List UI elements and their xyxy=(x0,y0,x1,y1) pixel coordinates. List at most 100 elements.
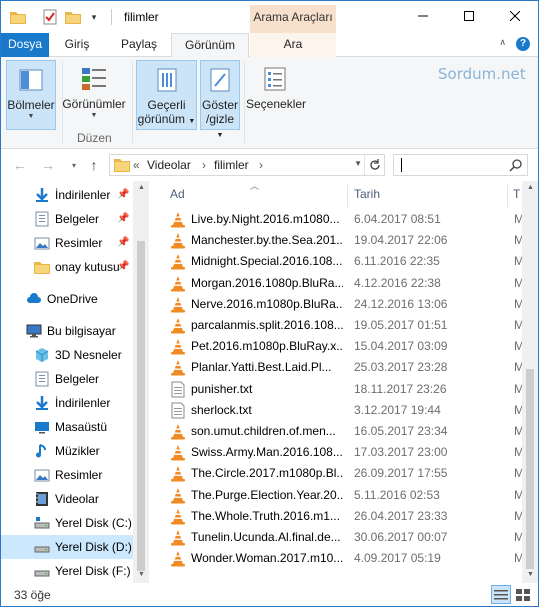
breadcrumb-separator[interactable]: › xyxy=(259,158,263,172)
collapse-ribbon-icon[interactable]: ∧ xyxy=(499,37,506,51)
vlc-cone-icon xyxy=(170,423,186,440)
file-row[interactable]: son.umut.children.of.men... 16.05.2017 23… xyxy=(166,421,524,442)
file-row[interactable]: Morgan.2016.1080p.BluRa... 4.12.2016 22:3… xyxy=(166,273,524,294)
pin-icon[interactable]: 📌 xyxy=(117,183,129,207)
file-row[interactable]: The.Circle.2017.m1080p.Bl... 26.09.2017 1… xyxy=(166,463,524,484)
nav-item-pictures[interactable]: Resimler xyxy=(1,463,133,487)
column-header-type[interactable]: T xyxy=(513,187,520,201)
scroll-down-icon[interactable]: ▼ xyxy=(522,571,538,578)
vlc-cone-icon xyxy=(170,211,186,228)
file-row[interactable]: Manchester.by.the.Sea.201... 19.04.2017 2… xyxy=(166,230,524,251)
scroll-down-icon[interactable]: ▼ xyxy=(133,571,150,578)
search-input[interactable] xyxy=(393,154,528,176)
group-separator xyxy=(244,61,245,143)
tab-file[interactable]: Dosya xyxy=(1,33,49,57)
file-row[interactable]: Midnight.Special.2016.108... 6.11.2016 22… xyxy=(166,251,524,272)
recent-locations-icon[interactable]: ▾ xyxy=(65,155,83,175)
column-separator[interactable] xyxy=(507,185,508,207)
help-icon[interactable]: ? xyxy=(516,37,530,51)
vlc-cone-icon xyxy=(170,317,186,334)
nav-item-drive-d[interactable]: Yerel Disk (D:) xyxy=(1,535,133,559)
file-row[interactable]: The.Whole.Truth.2016.m1... 26.04.2017 23:… xyxy=(166,506,524,527)
file-row[interactable]: Wonder.Woman.2017.m10... 4.09.2017 05:19 M xyxy=(166,548,524,569)
desktop-icon xyxy=(34,419,50,435)
panes-button[interactable]: Bölmeler ▼ xyxy=(6,60,56,130)
nav-item-documents-quick[interactable]: Belgeler 📌 xyxy=(1,207,133,231)
breadcrumb-videolar[interactable]: Videolar xyxy=(147,158,191,172)
minimize-button[interactable] xyxy=(400,1,446,31)
properties-checkmark-icon[interactable] xyxy=(41,8,59,26)
column-header-name[interactable]: Ad xyxy=(170,187,185,201)
nav-item-this-pc[interactable]: Bu bilgisayar xyxy=(1,319,133,343)
scroll-up-icon[interactable]: ▲ xyxy=(133,184,150,191)
ribbon-tabs: Dosya Giriş Paylaş Görünüm Ara ∧ ? xyxy=(1,33,538,58)
breadcrumb-filimler[interactable]: filimler xyxy=(214,158,249,172)
nav-item-drive-c[interactable]: Yerel Disk (C:) xyxy=(1,511,133,535)
file-row[interactable]: Pet.2016.m1080p.BluRay.x... 15.04.2017 03… xyxy=(166,336,524,357)
nav-item-desktop[interactable]: Masaüstü xyxy=(1,415,133,439)
close-button[interactable] xyxy=(492,1,538,31)
file-row[interactable]: sherlock.txt 3.12.2017 19:44 M xyxy=(166,400,524,421)
pin-icon[interactable]: 📌 xyxy=(117,207,129,231)
file-date: 24.12.2016 13:06 xyxy=(354,296,448,311)
quick-access-dropdown-icon[interactable]: ▾ xyxy=(85,8,103,26)
current-view-button[interactable]: Geçerli görünüm ▼ xyxy=(136,60,197,130)
breadcrumb-separator[interactable]: › xyxy=(202,158,206,172)
tab-home[interactable]: Giriş xyxy=(57,33,97,57)
file-row[interactable]: punisher.txt 18.11.2017 23:26 M xyxy=(166,379,524,400)
list-scroll-thumb[interactable] xyxy=(526,369,534,569)
file-row[interactable]: Nerve.2016.m1080p.BluRa... 24.12.2016 13:… xyxy=(166,294,524,315)
cloud-icon xyxy=(26,291,42,307)
maximize-button[interactable] xyxy=(446,1,492,31)
forward-arrow-icon[interactable]: → xyxy=(39,155,57,175)
show-hide-button[interactable]: Göster/gizle ▼ xyxy=(200,60,240,139)
large-icons-view-button[interactable] xyxy=(513,585,533,604)
nav-item-downloads-quick[interactable]: İndirilenler 📌 xyxy=(1,183,133,207)
pin-icon[interactable]: 📌 xyxy=(117,231,129,255)
folder-icon xyxy=(114,158,130,172)
nav-item-videos[interactable]: Videolar xyxy=(1,487,133,511)
film-icon xyxy=(34,491,50,507)
pin-icon[interactable]: 📌 xyxy=(117,255,129,279)
nav-scrollbar[interactable]: ▲ ▼ xyxy=(133,181,149,583)
search-tools-context-tab[interactable]: Arama Araçları xyxy=(250,5,336,33)
back-arrow-icon[interactable]: ← xyxy=(11,155,29,175)
options-button[interactable]: Seçenekler xyxy=(246,60,306,130)
nav-item-documents[interactable]: Belgeler xyxy=(1,367,133,391)
tab-share[interactable]: Paylaş xyxy=(116,33,162,57)
nav-item-drive-f[interactable]: Yerel Disk (F:) xyxy=(1,559,133,583)
file-row[interactable]: The.Purge.Election.Year.20... 5.11.2016 0… xyxy=(166,485,524,506)
file-row[interactable]: Swiss.Army.Man.2016.108... 17.03.2017 23:… xyxy=(166,442,524,463)
tab-view[interactable]: Görünüm xyxy=(171,33,249,58)
list-scrollbar[interactable]: ▲ ▼ xyxy=(522,181,538,583)
up-arrow-icon[interactable]: ↑ xyxy=(85,155,103,175)
nav-item-onedrive[interactable]: OneDrive xyxy=(1,287,133,311)
tab-search[interactable]: Ara xyxy=(250,33,336,57)
file-row[interactable]: Tunelin.Ucunda.Al.final.de... 30.06.2017 … xyxy=(166,527,524,548)
nav-item-downloads[interactable]: İndirilenler xyxy=(1,391,133,415)
refresh-icon[interactable] xyxy=(364,155,384,175)
column-header-date[interactable]: Tarih xyxy=(354,187,380,201)
scroll-up-icon[interactable]: ▲ xyxy=(522,184,538,191)
file-name: Wonder.Woman.2017.m10... xyxy=(191,551,343,566)
file-row[interactable]: parcalanmis.split.2016.108... 19.05.2017 … xyxy=(166,315,524,336)
breadcrumb-overflow[interactable]: « xyxy=(133,158,140,172)
file-row[interactable]: Planlar.Yatti.Best.Laid.Pl... 25.03.2017 … xyxy=(166,357,524,378)
file-name: Planlar.Yatti.Best.Laid.Pl... xyxy=(191,360,332,375)
nav-scroll-thumb[interactable] xyxy=(137,241,145,571)
nav-item-3d-objects[interactable]: 3D Nesneler xyxy=(1,343,133,367)
status-bar: 33 öğe xyxy=(1,583,538,606)
column-separator[interactable] xyxy=(347,185,348,207)
nav-item-music[interactable]: Müzikler xyxy=(1,439,133,463)
nav-item-onay-kutusu[interactable]: onay kutusu 📌 xyxy=(1,255,133,279)
file-row[interactable]: Live.by.Night.2016.m1080... 6.04.2017 08:… xyxy=(166,209,524,230)
layouts-button[interactable]: Görünümler ▼ xyxy=(62,60,126,130)
file-name: Live.by.Night.2016.m1080... xyxy=(191,212,340,226)
address-bar[interactable]: « Videolar › filimler › ▼ xyxy=(109,154,385,176)
new-folder-icon[interactable] xyxy=(64,8,82,26)
nav-item-pictures-quick[interactable]: Resimler 📌 xyxy=(1,231,133,255)
address-dropdown-icon[interactable]: ▼ xyxy=(354,159,362,168)
file-date: 6.11.2016 22:35 xyxy=(354,254,440,269)
file-date: 19.04.2017 22:06 xyxy=(354,233,448,248)
details-view-button[interactable] xyxy=(491,585,511,604)
